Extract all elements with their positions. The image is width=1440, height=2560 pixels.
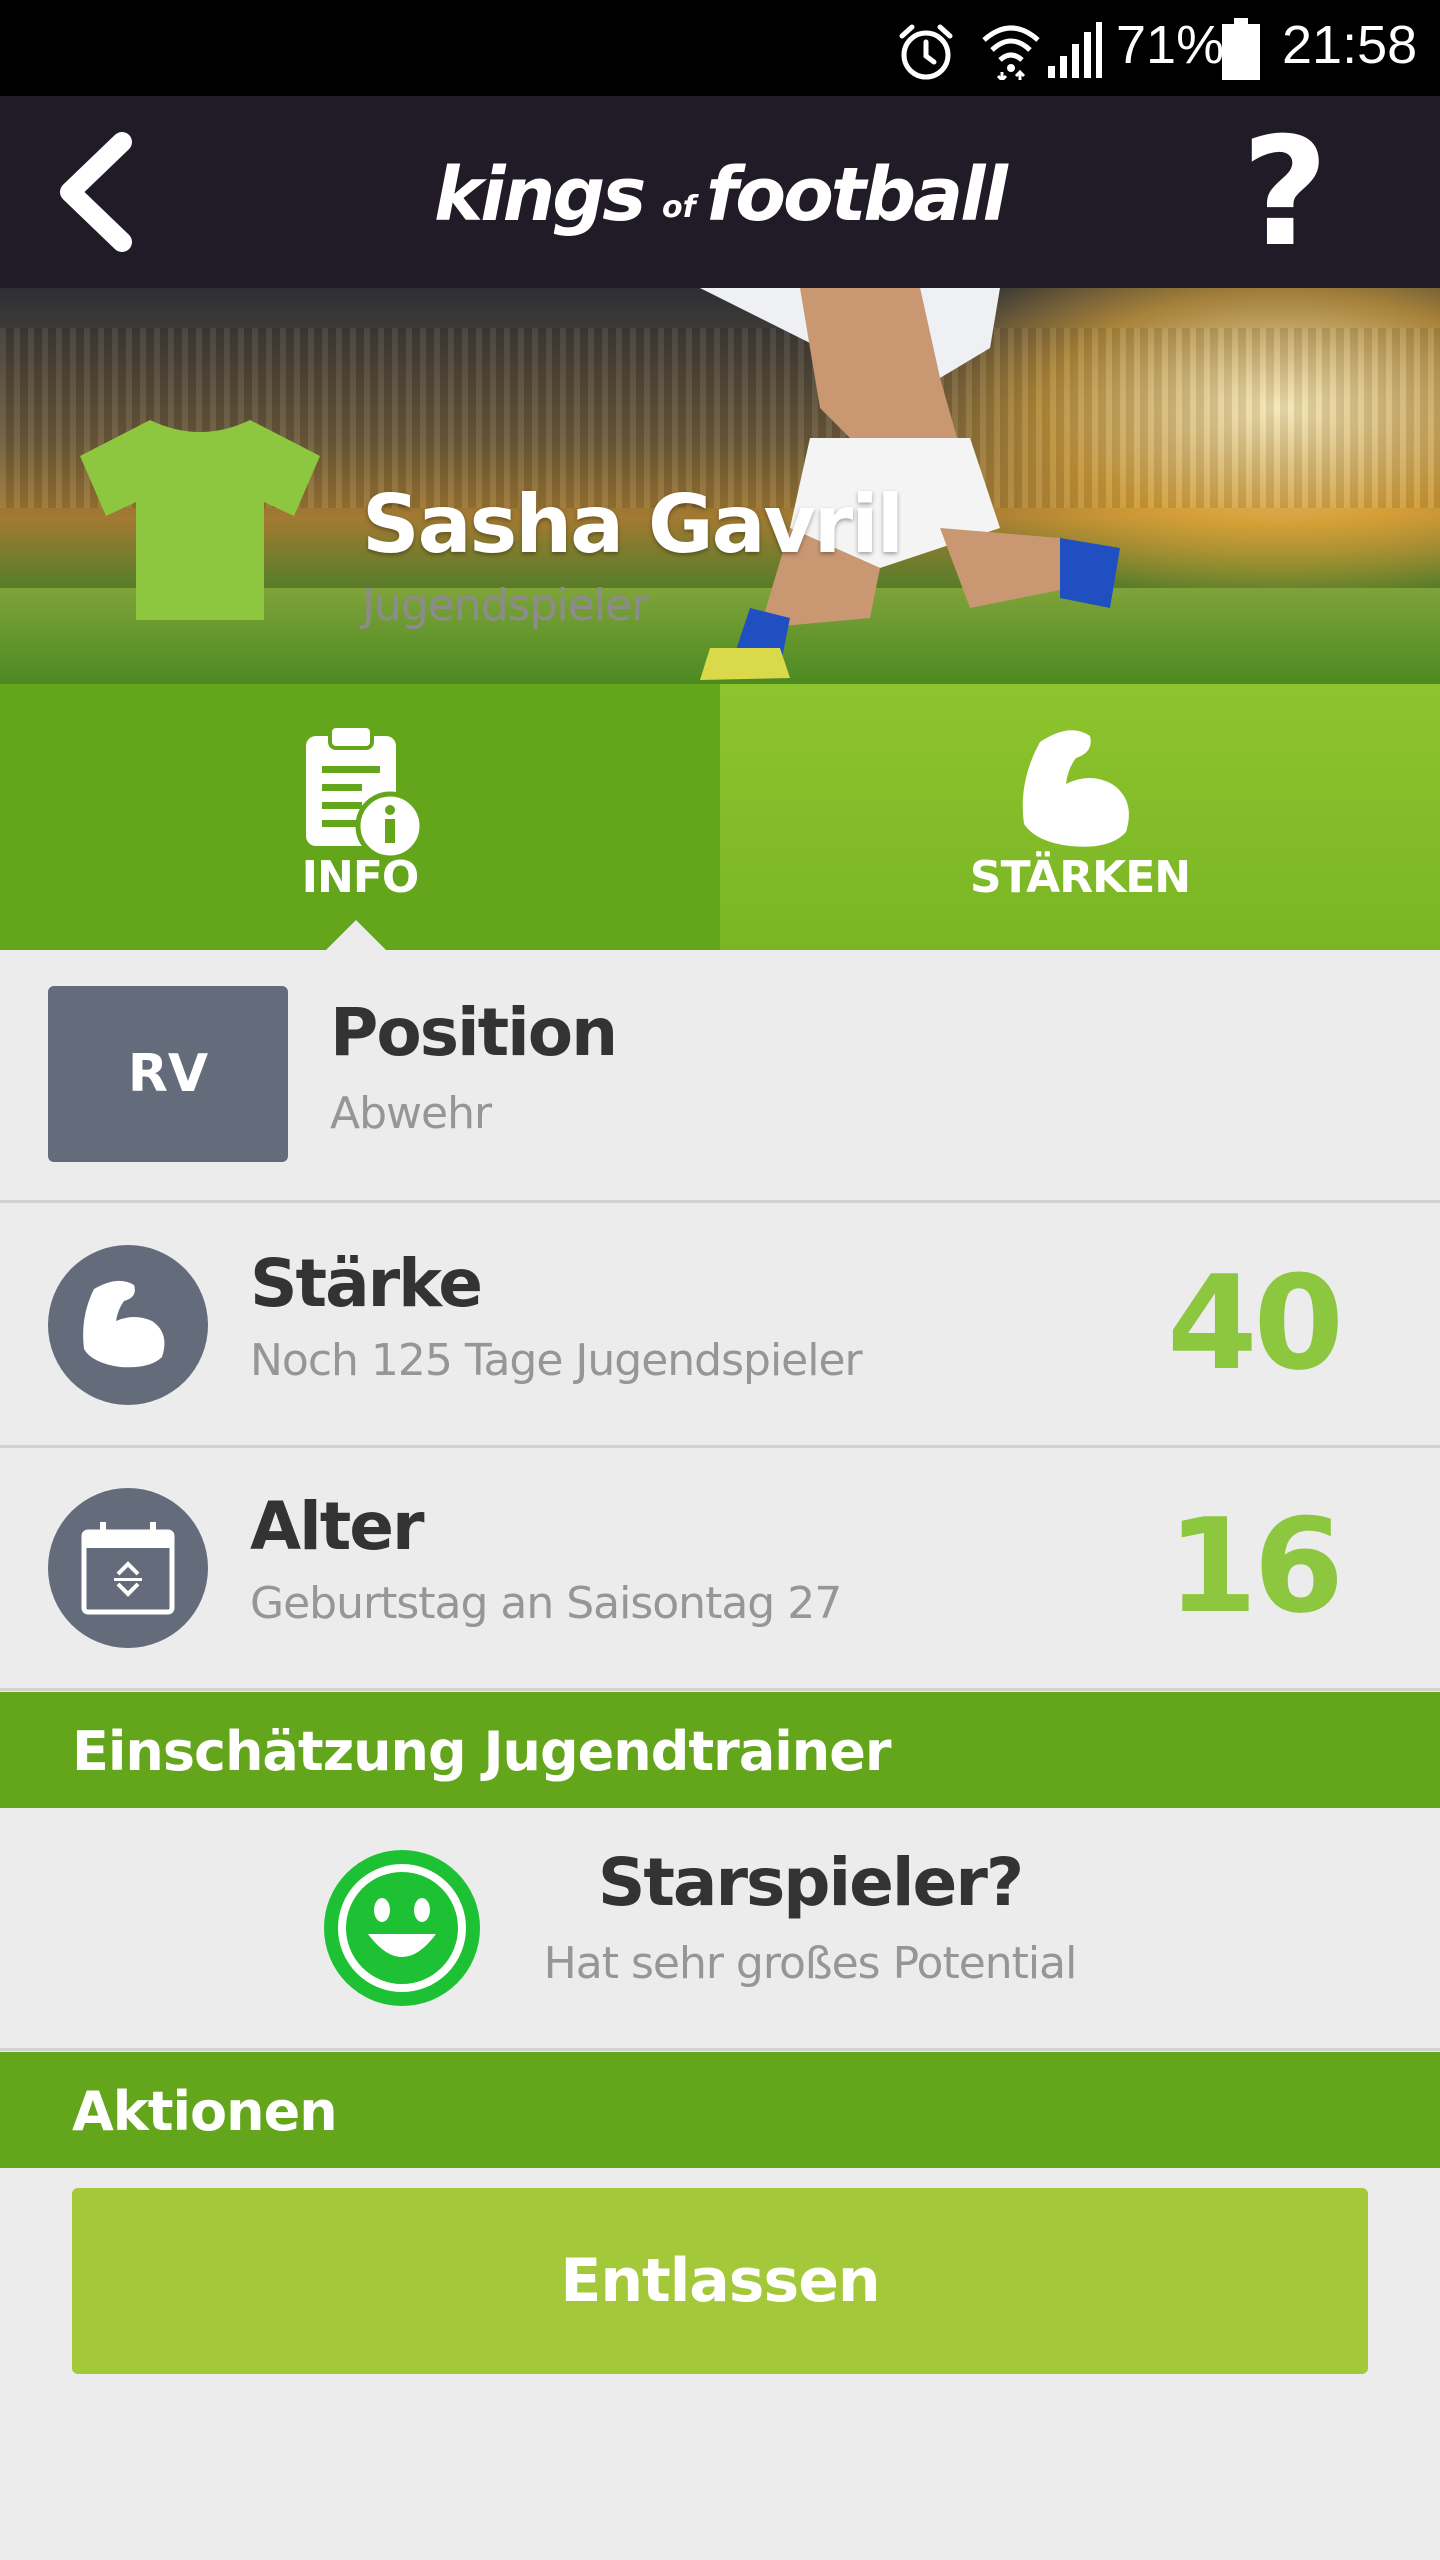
- age-title: Alter: [250, 1488, 425, 1565]
- help-button[interactable]: ?: [1240, 118, 1330, 268]
- active-tab-indicator: [326, 920, 386, 950]
- battery-percent: 71%: [1116, 15, 1225, 75]
- smiley-icon: [324, 1850, 480, 2006]
- battery-icon: [1222, 18, 1260, 80]
- muscle-arm-icon: [83, 1280, 165, 1368]
- chevron-left-icon: [60, 132, 132, 252]
- document-info-icon: [306, 724, 425, 861]
- tab-info[interactable]: INFO: [0, 684, 720, 950]
- player-name: Sasha Gavril: [362, 478, 904, 571]
- logo-of: of: [662, 190, 696, 225]
- position-badge: RV: [48, 986, 288, 1162]
- tab-staerken-label: STÄRKEN: [969, 852, 1191, 903]
- age-value: 16: [1167, 1490, 1344, 1642]
- age-subtitle: Geburtstag an Saisontag 27: [250, 1578, 842, 1629]
- position-row: RV Position Abwehr: [0, 950, 1440, 1203]
- alarm-icon: [899, 24, 953, 80]
- assessment-section-title: Einschätzung Jugendtrainer: [72, 1720, 891, 1783]
- strength-subtitle: Noch 125 Tage Jugendspieler: [250, 1335, 863, 1386]
- logo-kings: kings: [434, 152, 646, 238]
- strength-title: Stärke: [250, 1245, 483, 1322]
- position-title: Position: [330, 994, 618, 1071]
- signal-icon: [1048, 22, 1102, 78]
- app-header: kings of football ?: [0, 96, 1440, 288]
- assessment-title: Starspieler?: [597, 1844, 1024, 1921]
- calendar-icon: [81, 1522, 175, 1615]
- tab-staerken[interactable]: STÄRKEN: [720, 684, 1440, 950]
- strength-badge: [48, 1245, 208, 1405]
- player-hero-banner: Sasha Gavril Jugendspieler: [0, 288, 1440, 684]
- assessment-row: Starspieler? Hat sehr großes Potential: [0, 1808, 1440, 2051]
- status-bar: 71% 21:58: [0, 0, 1440, 96]
- strength-value: 40: [1167, 1247, 1344, 1399]
- dismiss-player-button[interactable]: Entlassen: [72, 2188, 1368, 2374]
- assessment-section-header: Einschätzung Jugendtrainer: [0, 1692, 1440, 1808]
- back-button[interactable]: [50, 132, 140, 252]
- shirt-icon: [80, 420, 320, 620]
- position-subtitle: Abwehr: [330, 1088, 492, 1139]
- muscle-arm-icon: [1022, 730, 1129, 847]
- age-row: Alter Geburtstag an Saisontag 27 16: [0, 1448, 1440, 1691]
- tab-info-label: INFO: [301, 852, 420, 903]
- assessment-subtitle: Hat sehr großes Potential: [543, 1938, 1078, 1989]
- tab-bar: INFO STÄRKEN: [0, 684, 1440, 950]
- logo-football: football: [706, 152, 1008, 238]
- age-badge: [48, 1488, 208, 1648]
- wifi-icon: [982, 25, 1040, 80]
- clock: 21:58: [1282, 15, 1418, 75]
- app-logo: kings of football: [430, 152, 1030, 242]
- player-role: Jugendspieler: [362, 580, 649, 631]
- actions-section-header: Aktionen: [0, 2052, 1440, 2168]
- actions-section-title: Aktionen: [72, 2080, 338, 2143]
- strength-row: Stärke Noch 125 Tage Jugendspieler 40: [0, 1203, 1440, 1448]
